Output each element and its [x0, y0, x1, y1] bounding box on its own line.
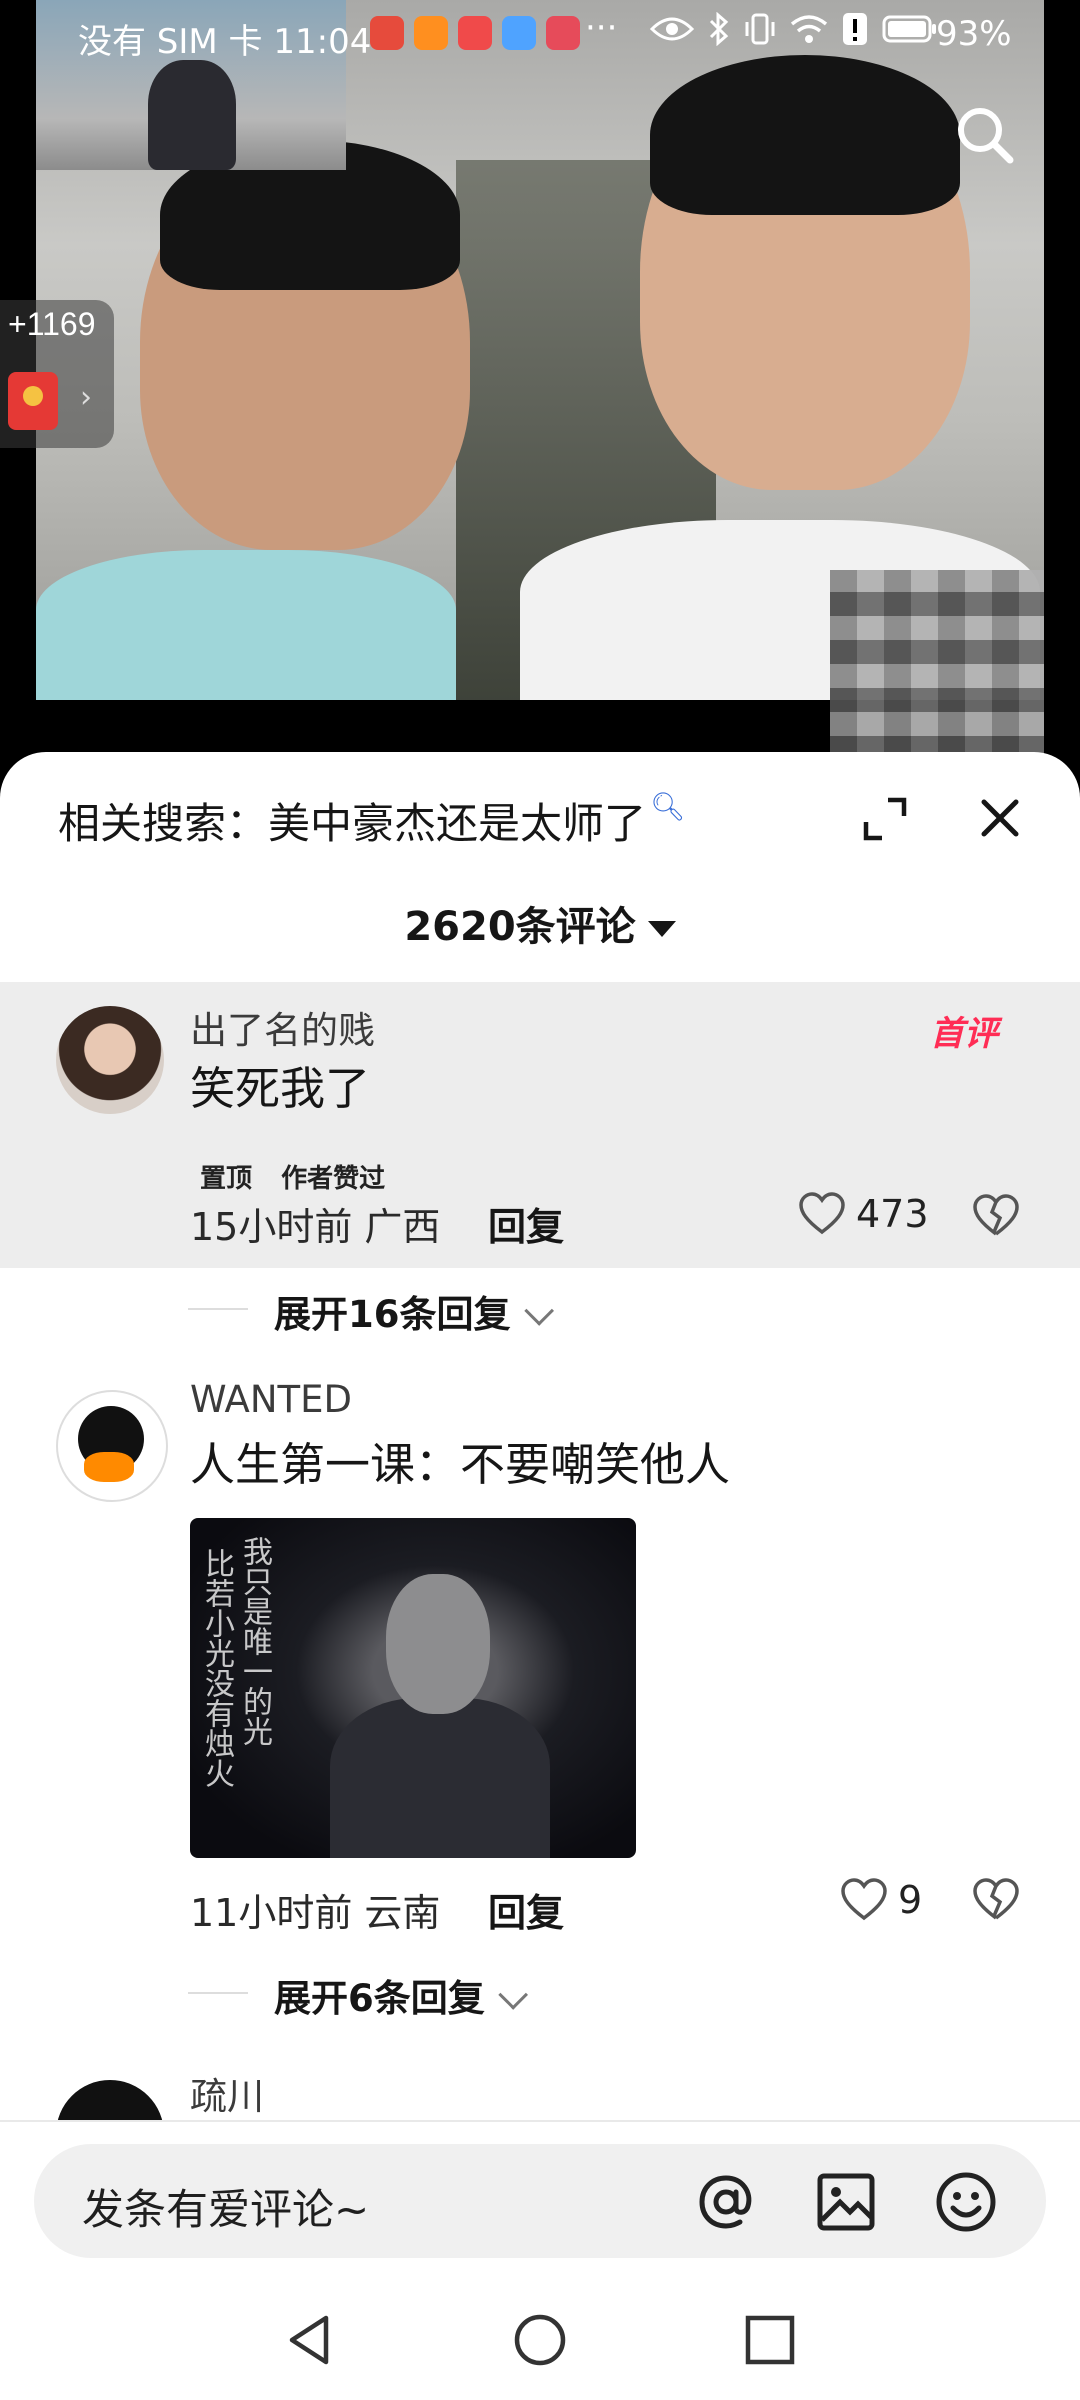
- comment-text: 人生第一课：不要嘲笑他人: [190, 1438, 731, 1491]
- reply-button[interactable]: 回复: [488, 1196, 564, 1251]
- more-notifications-icon: ···: [585, 8, 618, 48]
- red-packet-count: +1169: [8, 306, 96, 342]
- avatar[interactable]: [56, 1390, 168, 1502]
- status-icons: [650, 12, 938, 46]
- system-navigation-bar: [0, 2280, 1080, 2400]
- app-icon: [546, 16, 580, 50]
- broken-heart-icon[interactable]: [972, 1194, 1020, 1238]
- person-right-hair: [650, 55, 960, 215]
- video-player[interactable]: +1169 › 没有 SIM 卡 11:04 ··· 93%: [0, 0, 1080, 760]
- related-search-text: 相关搜索：美中豪杰还是太师了: [58, 799, 647, 848]
- like-button[interactable]: 473: [798, 1192, 929, 1236]
- broken-heart-icon[interactable]: [972, 1878, 1020, 1922]
- pip-person: [148, 60, 236, 170]
- eye-icon: [650, 17, 694, 41]
- tag-pinned: 置顶: [200, 1164, 253, 1194]
- close-icon[interactable]: [976, 794, 1024, 842]
- home-icon[interactable]: [512, 2312, 568, 2368]
- comment-time-location: 11小时前 云南: [190, 1891, 441, 1935]
- person-left-shirt: [36, 550, 456, 700]
- comment-image[interactable]: 比若小光没有烛火 我只是唯一的光: [190, 1518, 636, 1858]
- like-button[interactable]: 9: [840, 1878, 922, 1922]
- meme-figure-face: [386, 1574, 490, 1714]
- image-calligraphy: 我只是唯一的光: [237, 1536, 272, 1746]
- search-icon[interactable]: [950, 100, 1020, 170]
- comment-count: 2620条评论: [404, 904, 636, 950]
- fullscreen-expand-icon[interactable]: [862, 796, 908, 842]
- battery-icon: [882, 15, 936, 43]
- chevron-right-icon: ›: [80, 380, 92, 415]
- expand-replies-button[interactable]: 展开6条回复: [200, 1968, 528, 2022]
- comment-input[interactable]: 发条有爱评论~: [34, 2144, 1046, 2258]
- red-packet-icon: [8, 372, 58, 430]
- bluetooth-icon: [709, 12, 729, 46]
- status-bar: 没有 SIM 卡 11:04 ··· 93%: [0, 0, 1080, 74]
- first-comment-badge: 首评: [930, 1014, 998, 1054]
- chevron-down-icon: [523, 1295, 554, 1326]
- notification-app-icons: [370, 16, 580, 50]
- app-icon: [502, 16, 536, 50]
- expand-replies-button[interactable]: 展开16条回复: [200, 1284, 554, 1338]
- comment-input-placeholder: 发条有爱评论~: [82, 2185, 370, 2234]
- search-small-icon: 🔍︎: [650, 790, 686, 823]
- emoji-icon[interactable]: [934, 2170, 998, 2234]
- comment-time-location: 15小时前 广西: [190, 1205, 441, 1249]
- heart-icon: [799, 1192, 845, 1235]
- app-icon: [414, 16, 448, 50]
- comment-username[interactable]: 出了名的贱: [190, 1000, 375, 1054]
- tag-author-liked: 作者赞过: [281, 1164, 386, 1194]
- red-packet-widget[interactable]: +1169 ›: [0, 300, 114, 448]
- like-count: 9: [898, 1878, 923, 1922]
- mention-icon[interactable]: [694, 2170, 758, 2234]
- comment-count-sort[interactable]: 2620条评论: [0, 894, 1080, 952]
- comment-item[interactable]: 出了名的贱 首评 笑死我了 置顶 作者赞过 15小时前 广西 回复 473: [0, 982, 1080, 1268]
- caret-down-icon: [647, 921, 676, 937]
- wifi-icon: [790, 15, 828, 43]
- chevron-down-icon: [498, 1979, 528, 2010]
- comment-item[interactable]: 疏川: [0, 2042, 1080, 2188]
- image-calligraphy: 比若小光没有烛火: [199, 1548, 234, 1788]
- app-icon: [370, 16, 404, 50]
- like-count: 473: [856, 1192, 929, 1236]
- back-icon[interactable]: [282, 2312, 338, 2368]
- recents-icon[interactable]: [742, 2312, 798, 2368]
- comment-tags: 置顶 作者赞过: [200, 1158, 405, 1195]
- comment-text: 笑死我了: [190, 1062, 371, 1115]
- comment-username[interactable]: WANTED: [190, 1378, 352, 1421]
- expand-replies-label: 展开6条回复: [274, 1977, 485, 2020]
- expand-replies-label: 展开16条回复: [274, 1293, 511, 1336]
- mosaic-overlay: [830, 570, 1044, 760]
- vibrate-icon: [745, 13, 775, 45]
- meme-figure-body: [330, 1698, 550, 1858]
- reply-button[interactable]: 回复: [488, 1882, 564, 1937]
- related-search-link[interactable]: 相关搜索：美中豪杰还是太师了 🔍︎: [58, 790, 686, 851]
- comment-username[interactable]: 疏川: [190, 2066, 264, 2120]
- heart-icon: [841, 1878, 887, 1921]
- alert-icon: [843, 13, 867, 45]
- avatar[interactable]: [56, 1006, 164, 1114]
- battery-percent: 93%: [936, 14, 1012, 54]
- app-icon: [458, 16, 492, 50]
- status-carrier-time: 没有 SIM 卡 11:04: [78, 22, 372, 62]
- image-icon[interactable]: [814, 2170, 878, 2234]
